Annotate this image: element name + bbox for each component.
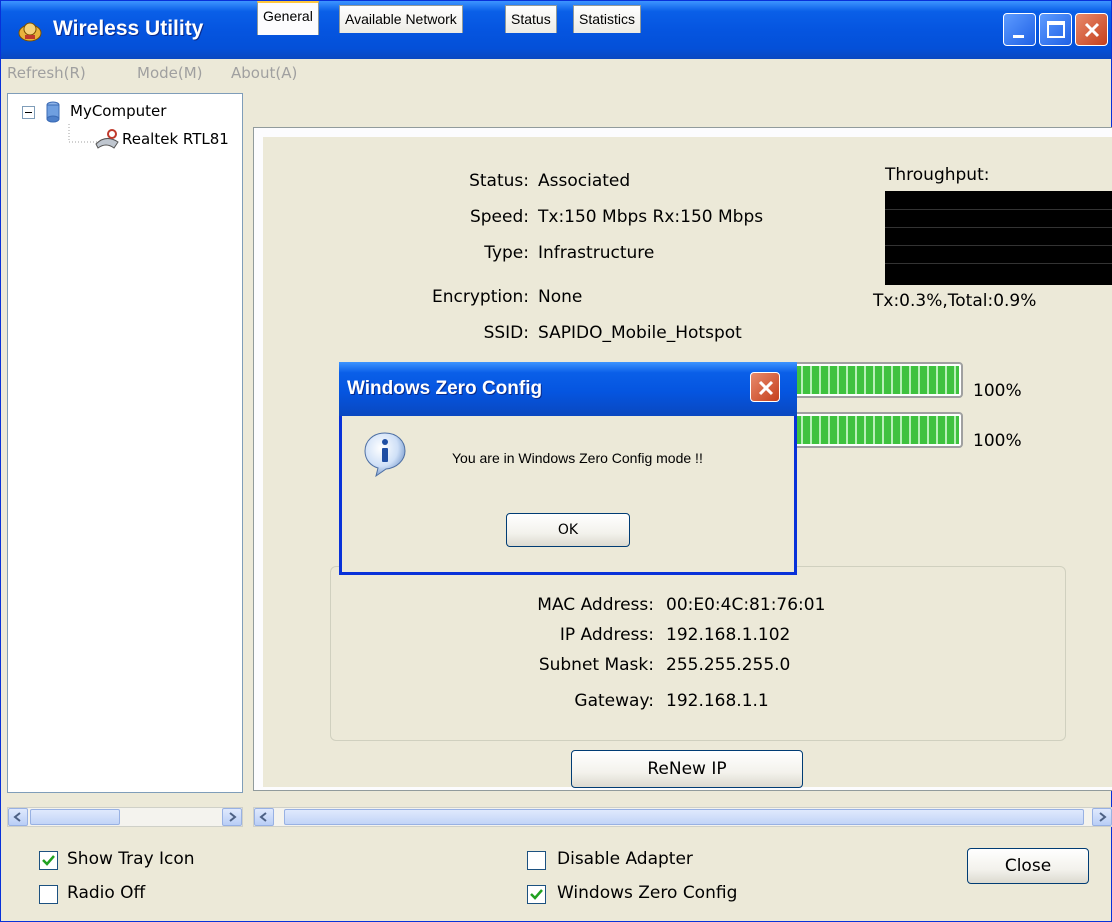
tree-horizontal-scrollbar[interactable]	[7, 807, 243, 827]
computer-icon	[42, 100, 64, 128]
tree-item-mycomputer[interactable]: MyComputer	[70, 102, 166, 120]
encryption-value: None	[538, 287, 583, 307]
type-value: Infrastructure	[538, 243, 655, 263]
ip-address-value: 192.168.1.102	[666, 625, 791, 645]
dialog-title-bar[interactable]: Windows Zero Config	[339, 362, 797, 416]
ip-address-label: IP Address:	[559, 625, 654, 645]
maximize-button[interactable]	[1039, 13, 1072, 46]
panel-horizontal-scrollbar[interactable]	[253, 807, 1112, 827]
throughput-value: Tx:0.3%,Total:0.9%	[873, 291, 1037, 311]
windows-zero-config-dialog: Windows Zero Config You are in Windows Z…	[339, 362, 797, 575]
subnet-mask-label: Subnet Mask:	[538, 655, 654, 675]
encryption-label: Encryption:	[432, 287, 529, 307]
tab-available-network[interactable]: Available Network	[339, 5, 463, 33]
panel-scroll-right-icon[interactable]	[1092, 808, 1112, 826]
device-tree[interactable]: MyComputer Realtek RTL81	[7, 93, 243, 793]
throughput-graph	[885, 191, 1112, 285]
ok-button[interactable]: OK	[506, 513, 630, 547]
show-tray-icon-checkbox[interactable]	[39, 851, 58, 870]
menu-refresh[interactable]: Refresh(R)	[7, 64, 86, 82]
type-label: Type:	[484, 243, 529, 263]
windows-zero-config-label[interactable]: Windows Zero Config	[557, 883, 737, 903]
link-quality-percent: 100%	[973, 381, 1022, 401]
show-tray-icon-label[interactable]: Show Tray Icon	[67, 849, 195, 869]
tree-collapse-icon[interactable]	[22, 106, 35, 119]
checkmark-icon	[42, 855, 55, 866]
dialog-title: Windows Zero Config	[347, 378, 543, 399]
tab-statistics[interactable]: Statistics	[573, 5, 642, 33]
panel-scroll-thumb[interactable]	[284, 809, 1084, 825]
signal-strength-percent: 100%	[973, 431, 1022, 451]
disable-adapter-label[interactable]: Disable Adapter	[557, 849, 693, 869]
disable-adapter-checkbox[interactable]	[527, 851, 546, 870]
window-title: Wireless Utility	[53, 17, 204, 40]
renew-ip-button[interactable]: ReNew IP	[571, 750, 803, 788]
mac-address-value: 00:E0:4C:81:76:01	[666, 595, 826, 615]
speed-label: Speed:	[469, 207, 529, 227]
mac-address-label: MAC Address:	[537, 595, 654, 615]
dialog-message: You are in Windows Zero Config mode !!	[452, 450, 703, 466]
throughput-label: Throughput:	[885, 165, 990, 185]
gateway-label: Gateway:	[574, 691, 654, 711]
tab-status[interactable]: Status	[505, 5, 557, 33]
checkmark-icon	[530, 889, 543, 900]
menu-mode[interactable]: Mode(M)	[137, 64, 203, 82]
dialog-close-button[interactable]	[750, 372, 780, 402]
info-icon	[362, 430, 408, 482]
windows-zero-config-checkbox[interactable]	[527, 885, 546, 904]
subnet-mask-value: 255.255.255.0	[666, 655, 791, 675]
tree-scroll-thumb[interactable]	[30, 809, 120, 825]
status-label: Status:	[469, 171, 529, 191]
scroll-left-icon[interactable]	[8, 808, 28, 826]
ip-info-groupbox	[330, 566, 1066, 741]
status-value: Associated	[538, 171, 631, 191]
ssid-value: SAPIDO_Mobile_Hotspot	[538, 323, 742, 343]
ssid-label: SSID:	[483, 323, 529, 343]
menu-bar: Refresh(R) Mode(M) About(A)	[1, 59, 1111, 89]
menu-about[interactable]: About(A)	[231, 64, 297, 82]
panel-scroll-left-icon[interactable]	[254, 808, 274, 826]
close-button[interactable]: Close	[967, 848, 1089, 884]
tree-item-realtek[interactable]: Realtek RTL81	[122, 130, 229, 148]
radio-off-label[interactable]: Radio Off	[67, 883, 145, 903]
radio-off-checkbox[interactable]	[39, 885, 58, 904]
minimize-button[interactable]	[1003, 13, 1036, 46]
close-window-button[interactable]	[1075, 13, 1108, 46]
scroll-right-icon[interactable]	[222, 808, 242, 826]
gateway-value: 192.168.1.1	[666, 691, 769, 711]
wireless-adapter-icon	[94, 128, 120, 154]
speed-value: Tx:150 Mbps Rx:150 Mbps	[538, 207, 764, 227]
main-window: Wireless Utility Refresh(R) Mode(M) Abou…	[0, 0, 1112, 922]
tab-general[interactable]: General	[257, 1, 319, 35]
wireless-utility-app-icon	[15, 17, 45, 43]
